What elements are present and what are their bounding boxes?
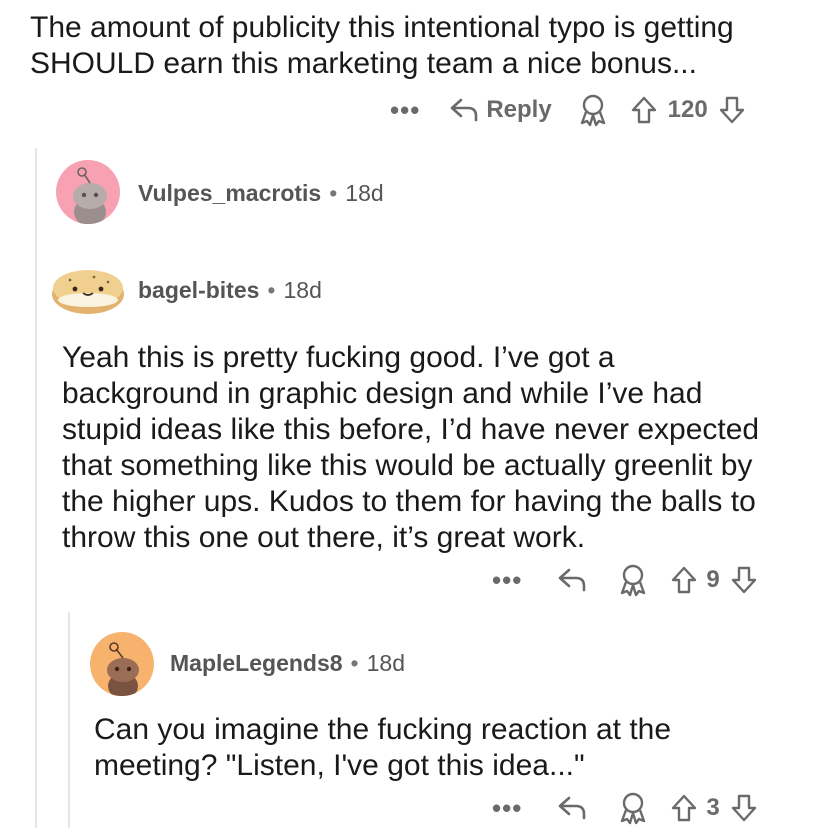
timestamp: 18d [345, 179, 384, 206]
avatar[interactable] [56, 160, 120, 224]
top-comment-actions: ••• Reply 120 [390, 92, 746, 128]
username[interactable]: Vulpes_macrotis [138, 180, 321, 207]
username[interactable]: MapleLegends8 [170, 650, 343, 677]
downvote-button[interactable] [718, 95, 746, 125]
downvote-button[interactable] [730, 793, 758, 823]
comment-line: stupid ideas like this before, I’d have … [62, 413, 760, 446]
comment-meta: MapleLegends8 • 18d [170, 648, 405, 678]
comment-line: the higher ups. Kudos to them for having… [62, 485, 756, 518]
top-comment-line-1: The amount of publicity this intentional… [30, 11, 734, 44]
vote-score: 9 [706, 566, 720, 593]
comment-line: throw this one out there, it’s great wor… [62, 521, 586, 554]
award-icon [580, 94, 605, 127]
award-button[interactable] [578, 93, 608, 127]
award-icon [621, 564, 646, 597]
reply-icon [559, 796, 586, 820]
bagel-avatar-icon [52, 270, 124, 314]
more-options-button[interactable]: ••• [390, 95, 420, 126]
timestamp: 18d [283, 276, 322, 303]
thread-line-level-1 [35, 148, 37, 828]
reply-button[interactable]: Reply [448, 96, 552, 124]
thread-line-level-2 [68, 612, 70, 828]
award-icon [621, 792, 646, 825]
comment-line: meeting? "Listen, I've got this idea..." [94, 749, 585, 782]
vote-score: 120 [667, 96, 708, 123]
comment-line: that something like this would be actual… [62, 449, 753, 482]
comment-body: Yeah this is pretty fucking good. I’ve g… [62, 340, 759, 556]
comment-meta: bagel-bites • 18d [138, 275, 322, 305]
award-button[interactable] [618, 563, 648, 597]
downvote-icon [731, 794, 756, 822]
downvote-icon [731, 566, 756, 594]
username[interactable]: bagel-bites [138, 277, 259, 304]
separator-dot: • [267, 276, 276, 303]
reply-button[interactable] [556, 794, 588, 822]
separator-dot: • [350, 649, 359, 676]
timestamp: 18d [366, 649, 405, 676]
downvote-button[interactable] [730, 565, 758, 595]
downvote-icon [719, 96, 744, 124]
upvote-icon [631, 96, 656, 124]
award-button[interactable] [618, 791, 648, 825]
avatar[interactable] [50, 258, 126, 318]
comment-body: Can you imagine the fucking reaction at … [94, 712, 671, 784]
upvote-icon [672, 794, 697, 822]
upvote-icon [672, 566, 697, 594]
avatar[interactable] [90, 632, 154, 696]
more-options-button[interactable]: ••• [492, 793, 522, 824]
more-options-button[interactable]: ••• [492, 565, 522, 596]
comment-line: Can you imagine the fucking reaction at … [94, 713, 672, 746]
comment-actions: ••• 3 [492, 790, 758, 826]
comment-actions: ••• 9 [492, 562, 758, 598]
reply-label: Reply [486, 96, 552, 123]
top-comment-line-2: SHOULD earn this marketing team a nice b… [30, 47, 697, 80]
comment-meta: Vulpes_macrotis • 18d [138, 178, 384, 208]
snoo-avatar-icon [107, 642, 139, 696]
separator-dot: • [329, 179, 338, 206]
comment-line: background in graphic design and while I… [62, 377, 703, 410]
upvote-button[interactable] [670, 793, 698, 823]
reply-button[interactable] [556, 566, 588, 594]
upvote-button[interactable] [630, 95, 658, 125]
comment-line: Yeah this is pretty fucking good. I’ve g… [62, 341, 615, 374]
upvote-button[interactable] [670, 565, 698, 595]
reply-icon [559, 568, 586, 592]
reply-icon [451, 98, 478, 122]
snoo-avatar-icon [73, 167, 107, 224]
vote-score: 3 [706, 794, 720, 821]
